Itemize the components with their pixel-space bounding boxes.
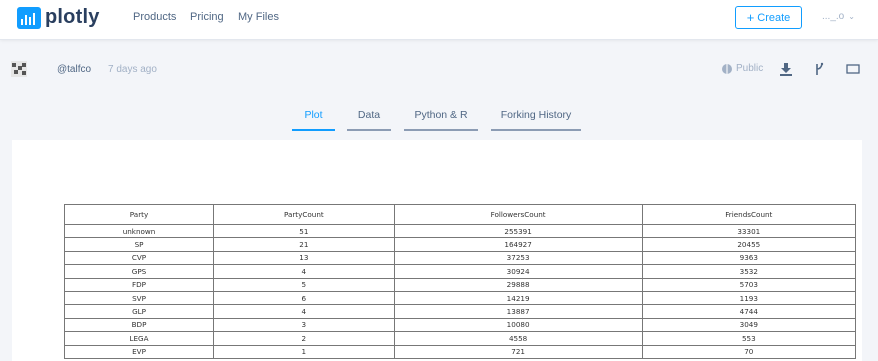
tab-python-r-underline	[404, 129, 478, 131]
column-header: PartyCount	[213, 204, 395, 225]
table-cell: 14219	[393, 290, 643, 306]
table-cell: EVP	[63, 344, 215, 359]
nav-link-products[interactable]: Products	[133, 11, 176, 23]
table-cell: 255391	[393, 223, 643, 239]
create-button[interactable]: + Create	[735, 6, 802, 29]
logo-text: plotly	[45, 6, 100, 28]
column-header: FollowersCount	[393, 204, 643, 225]
fork-icon[interactable]	[812, 62, 826, 76]
table-cell: GPS	[63, 264, 215, 279]
table-row: FDP 5 29888 5703	[63, 277, 857, 292]
table-cell: 13887	[393, 304, 643, 319]
table-cell: 4	[213, 264, 395, 279]
user-name: ..._.о	[822, 11, 845, 22]
table-row: LEGA 2 4558 553	[63, 331, 857, 346]
avatar[interactable]	[11, 61, 27, 77]
nav-link-my-files[interactable]: My Files	[238, 11, 279, 23]
table-cell: 3532	[641, 264, 857, 279]
chevron-down-icon: ⌄	[848, 12, 855, 21]
table-cell: 1193	[641, 290, 857, 306]
tab-plot-underline	[292, 129, 335, 131]
tab-data[interactable]: Data	[347, 109, 391, 121]
table-cell: CVP	[63, 250, 215, 266]
tab-forking-history-underline	[491, 129, 581, 131]
table-cell: 5703	[641, 277, 857, 292]
fullscreen-icon[interactable]	[846, 62, 860, 76]
table-row: CVP 13 37253 9363	[63, 250, 857, 266]
table-row: GPS 4 30924 3532	[63, 264, 857, 279]
plotly-logo-icon	[17, 6, 41, 29]
table-row: EVP 1 721 70	[63, 344, 857, 359]
table-cell: 21	[213, 237, 395, 252]
table-row: SVP 6 14219 1193	[63, 290, 857, 306]
table-body: unknown 51 255391 33301 SP 21 164927 20455 CVP 13…	[63, 223, 857, 359]
visibility-status: Public	[722, 63, 763, 74]
table-row: SP 21 164927 20455	[63, 237, 857, 252]
column-header: FriendsCount	[641, 204, 857, 225]
visibility-label: Public	[736, 63, 764, 74]
table-row: BDP 3 10080 3049	[63, 317, 857, 333]
user-menu[interactable]: ..._.о ⌄	[822, 11, 855, 22]
table-cell: 4	[213, 304, 395, 319]
nav-link-pricing[interactable]: Pricing	[190, 11, 224, 23]
time-ago: 7 days ago	[108, 64, 157, 75]
column-header: Party	[63, 204, 215, 225]
table-cell: 1	[213, 344, 395, 359]
tab-forking-history[interactable]: Forking History	[491, 109, 581, 121]
table-cell: 37253	[393, 250, 643, 266]
table-cell: 4558	[393, 331, 643, 346]
create-label: Create	[757, 11, 791, 24]
table-row: GLP 4 13887 4744	[63, 304, 857, 319]
table-cell: 20455	[641, 237, 857, 252]
table-cell: 29888	[393, 277, 643, 292]
table-cell: GLP	[63, 304, 215, 319]
table-cell: BDP	[63, 317, 215, 333]
tab-python-r[interactable]: Python & R	[404, 109, 478, 121]
globe-icon	[722, 63, 732, 74]
table-cell: FDP	[63, 277, 215, 292]
table-cell: 33301	[641, 223, 857, 239]
download-icon[interactable]	[779, 62, 793, 76]
table-cell: 3	[213, 317, 395, 333]
table-cell: 4744	[641, 304, 857, 319]
tab-data-underline	[347, 129, 391, 131]
username-link[interactable]: @talfco	[57, 64, 91, 75]
plot-panel: Party PartyCount FollowersCount FriendsC…	[12, 140, 862, 361]
tab-plot[interactable]: Plot	[292, 109, 335, 121]
table-cell: 10080	[393, 317, 643, 333]
table-cell: 9363	[641, 250, 857, 266]
table-cell: 721	[393, 344, 643, 359]
table-cell: 3049	[641, 317, 857, 333]
plotly-logo[interactable]: plotly	[17, 6, 100, 29]
table-cell: 164927	[393, 237, 643, 252]
table-cell: SVP	[63, 290, 215, 306]
table-cell: SP	[63, 237, 215, 252]
table-cell: 2	[213, 331, 395, 346]
table-cell: 13	[213, 250, 395, 266]
table-cell: 553	[641, 331, 857, 346]
table-cell: LEGA	[63, 331, 215, 346]
table-cell: 51	[213, 223, 395, 239]
table-cell: 5	[213, 277, 395, 292]
table-header-row: Party PartyCount FollowersCount FriendsC…	[63, 204, 857, 225]
table-row: unknown 51 255391 33301	[63, 223, 857, 239]
plus-icon: +	[746, 10, 755, 25]
table-cell: 6	[213, 290, 395, 306]
top-navbar: plotly Products Pricing My Files + Creat…	[0, 0, 878, 40]
table-cell: 70	[641, 344, 857, 359]
table-cell: 30924	[393, 264, 643, 279]
data-table: Party PartyCount FollowersCount FriendsC…	[63, 204, 857, 359]
table-cell: unknown	[63, 223, 215, 239]
